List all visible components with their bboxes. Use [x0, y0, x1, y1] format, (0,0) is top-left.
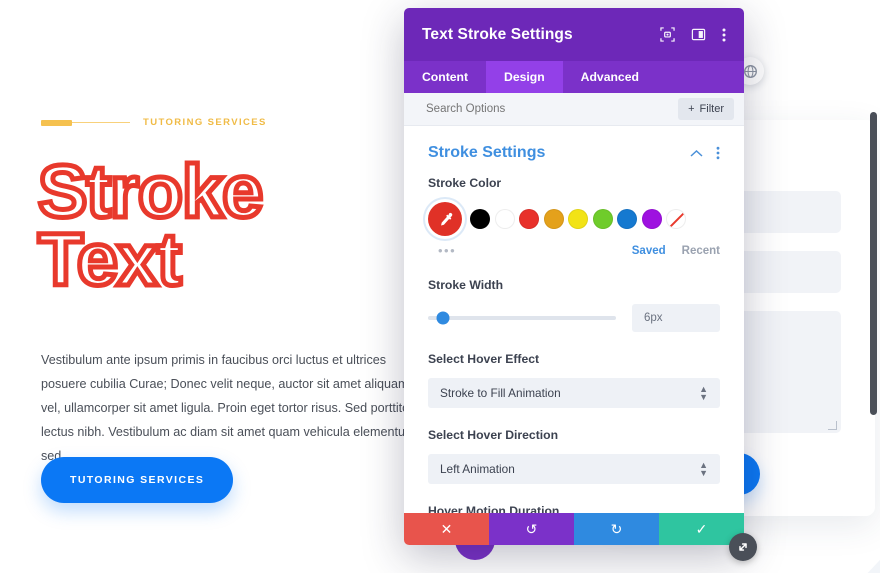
globe-icon	[743, 64, 757, 78]
swatch-meta-row: ••• Saved Recent	[428, 243, 720, 258]
eyebrow-label: TUTORING SERVICES	[143, 117, 267, 128]
page-paragraph: Vestibulum ante ipsum primis in faucibus…	[41, 353, 416, 463]
filter-button[interactable]: + Filter	[678, 98, 734, 120]
hover-direction-label: Select Hover Direction	[428, 428, 559, 442]
swatch-green[interactable]	[592, 209, 613, 229]
search-row: + Filter	[404, 93, 744, 126]
page-headline: Stroke Text	[35, 150, 265, 302]
stroke-color-label: Stroke Color	[428, 176, 502, 190]
eyebrow: TUTORING SERVICES	[41, 117, 267, 128]
modal-tabs: Content Design Advanced	[404, 61, 744, 93]
hover-effect-value: Stroke to Fill Animation	[440, 386, 561, 400]
swatch-orange[interactable]	[543, 209, 564, 229]
stroke-width-slider[interactable]	[428, 311, 616, 325]
swatch-yellow[interactable]	[568, 209, 588, 229]
modal-scrollbar[interactable]	[870, 112, 877, 415]
hover-direction-group: Select Hover Direction Left Animation ▲ ▼	[428, 428, 720, 484]
stroke-width-group: Stroke Width 6px	[428, 278, 720, 332]
text-stroke-settings-modal: Text Stroke Settings Content Design Adva…	[404, 8, 744, 545]
resize-handle[interactable]	[729, 533, 757, 561]
hover-effect-label: Select Hover Effect	[428, 352, 540, 366]
tab-advanced[interactable]: Advanced	[563, 61, 657, 93]
hover-duration-group: Hover Motion Duration 0.9s	[428, 504, 720, 513]
plus-icon: +	[688, 103, 695, 115]
swatch-blue[interactable]	[617, 209, 637, 229]
hover-effect-group: Select Hover Effect Stroke to Fill Anima…	[428, 352, 720, 408]
chevron-up-icon[interactable]	[690, 149, 703, 158]
swatch-red[interactable]	[519, 209, 539, 229]
tab-content[interactable]: Content	[404, 61, 486, 93]
eyedropper-swatch[interactable]	[428, 202, 462, 236]
more-colors-dots[interactable]: •••	[428, 243, 616, 258]
stroke-width-slider-row: 6px	[428, 304, 720, 332]
tutoring-services-button[interactable]: TUTORING SERVICES	[41, 457, 234, 503]
modal-header-icons	[660, 27, 726, 43]
modal-title: Text Stroke Settings	[422, 25, 573, 43]
eyedropper-icon	[440, 212, 452, 225]
stroke-color-group: Stroke Color ••• Saved Recent	[428, 176, 720, 258]
stroke-settings-section-header: Stroke Settings	[428, 126, 720, 176]
section-more-vertical-icon[interactable]	[716, 146, 720, 160]
headline-line-1: Stroke	[35, 150, 265, 233]
modal-action-bar: ✕ ↺ ↻ ✓	[404, 513, 744, 545]
select-arrows-icon: ▲ ▼	[699, 384, 708, 402]
split-view-icon[interactable]	[691, 27, 706, 42]
resize-diagonal-icon	[739, 543, 747, 551]
select-arrows-icon: ▲ ▼	[699, 460, 708, 478]
undo-button[interactable]: ↺	[489, 513, 574, 545]
cancel-button[interactable]: ✕	[404, 513, 489, 545]
swatch-none[interactable]	[666, 209, 686, 229]
stroke-width-label: Stroke Width	[428, 278, 504, 292]
more-vertical-icon[interactable]	[722, 27, 726, 43]
eyebrow-line	[72, 121, 130, 124]
headline-line-2: Text	[35, 218, 184, 302]
filter-label: Filter	[699, 103, 724, 115]
stroke-width-value[interactable]: 6px	[632, 304, 720, 332]
stroke-color-swatches	[428, 202, 720, 236]
tab-design[interactable]: Design	[486, 61, 563, 93]
eyebrow-bar	[41, 119, 72, 126]
fullscreen-icon[interactable]	[660, 27, 675, 42]
swatch-white[interactable]	[494, 209, 515, 229]
section-title: Stroke Settings	[428, 144, 546, 161]
saved-colors-link[interactable]: Saved	[632, 245, 666, 257]
modal-body: Stroke Settings Stroke Color ••• Saved R…	[404, 126, 744, 513]
hover-effect-select[interactable]: Stroke to Fill Animation ▲ ▼	[428, 378, 720, 408]
hover-direction-value: Left Animation	[440, 462, 515, 476]
swatch-purple[interactable]	[641, 209, 662, 229]
modal-header: Text Stroke Settings	[404, 8, 744, 61]
swatch-black[interactable]	[470, 209, 490, 229]
stroke-width-slider-knob[interactable]	[436, 311, 450, 325]
hover-duration-label: Hover Motion Duration	[428, 504, 560, 513]
recent-colors-link[interactable]: Recent	[682, 245, 720, 257]
hover-direction-select[interactable]: Left Animation ▲ ▼	[428, 454, 720, 484]
search-input[interactable]	[426, 103, 679, 115]
redo-button[interactable]: ↻	[574, 513, 659, 545]
